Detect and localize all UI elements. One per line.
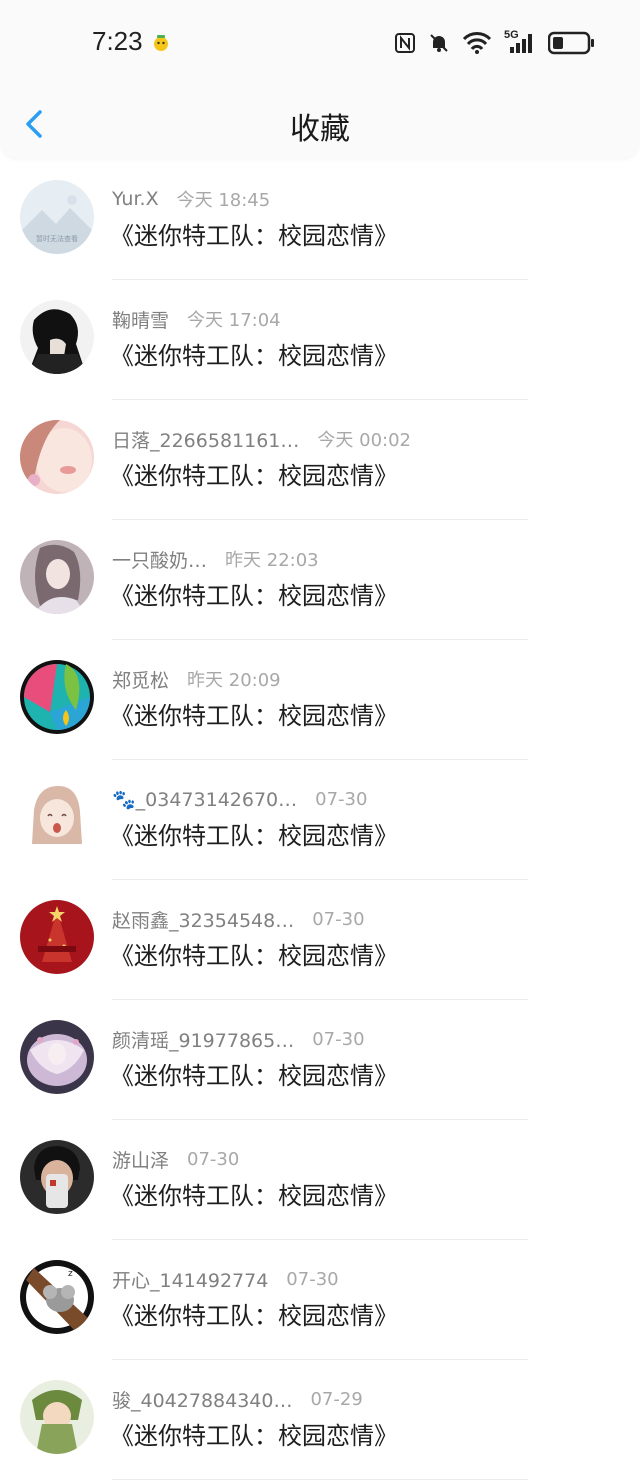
list-item[interactable]: 暂时无法查看 Yur.X 今天 18:45 《迷你特工队：校园恋情》 [0,160,640,280]
item-time: 今天 00:02 [317,430,411,451]
battery-icon [548,31,594,55]
nfc-icon [395,33,415,53]
item-time: 07-30 [312,1028,365,1050]
avatar[interactable]: 暂时无法查看 [20,180,94,254]
item-time: 07-29 [310,1388,363,1410]
page-title: 收藏 [290,112,350,147]
signal-icon [510,34,532,53]
status-bar: 7:23 5G [0,0,640,88]
work-title: 《迷你特工队：校园恋情》 [110,222,398,250]
user-name: Yur.X [112,188,159,210]
work-title: 《迷你特工队：校园恋情》 [110,1302,398,1330]
status-time: 7:23 [92,26,143,56]
item-time: 07-30 [312,908,365,930]
list-item[interactable]: 日落_2266581161… 今天 00:02 《迷你特工队：校园恋情》 [0,400,640,520]
wifi-icon [462,32,492,54]
avatar[interactable] [20,660,94,734]
work-title: 《迷你特工队：校园恋情》 [110,582,398,610]
list-item[interactable]: 赵雨鑫_32354548… 07-30 《迷你特工队：校园恋情》 [0,880,640,1000]
list-item[interactable]: 骏_40427884340… 07-29 《迷你特工队：校园恋情》 [0,1360,640,1480]
svg-text:z: z [68,1269,73,1279]
avatar[interactable] [20,780,94,854]
work-title: 《迷你特工队：校园恋情》 [110,822,398,850]
avatar[interactable] [20,300,94,374]
avatar-caption: 暂时无法查看 [36,234,78,243]
list-item[interactable]: 郑觅松 昨天 20:09 《迷你特工队：校园恋情》 [0,640,640,760]
avatar[interactable]: z [20,1260,94,1334]
user-name: 赵雨鑫_32354548… [112,909,295,932]
app-notification-icon [154,35,168,51]
list-item[interactable]: z 开心_141492774 07-30 《迷你特工队：校园恋情》 [0,1240,640,1360]
work-title: 《迷你特工队：校园恋情》 [110,462,398,490]
work-title: 《迷你特工队：校园恋情》 [110,1062,398,1090]
item-time: 今天 18:45 [176,190,271,211]
work-title: 《迷你特工队：校园恋情》 [110,1422,398,1450]
list-item[interactable]: 游山泽 07-30 《迷你特工队：校园恋情》 [0,1120,640,1240]
item-time: 07-30 [187,1148,240,1170]
user-name: 游山泽 [112,1149,170,1172]
list-item[interactable]: 🐾_03473142670… 07-30 《迷你特工队：校园恋情》 [0,760,640,880]
work-title: 《迷你特工队：校园恋情》 [110,942,398,970]
item-time: 今天 17:04 [187,310,281,331]
item-time: 昨天 20:09 [187,670,281,691]
user-name: 开心_141492774 [112,1269,269,1292]
user-name: 骏_40427884340… [112,1389,293,1412]
user-name: 日落_2266581161… [112,429,300,452]
favorites-list: 暂时无法查看 Yur.X 今天 18:45 《迷你特工队：校园恋情》 鞠晴雪 今… [0,160,640,1480]
avatar[interactable] [20,1140,94,1214]
avatar[interactable] [20,1020,94,1094]
item-time: 07-30 [315,788,368,810]
signal-5g: 5G [504,29,536,55]
avatar[interactable] [20,900,94,974]
item-time: 昨天 22:03 [225,550,319,571]
work-title: 《迷你特工队：校园恋情》 [110,1182,398,1210]
item-time: 07-30 [286,1268,339,1290]
work-title: 《迷你特工队：校园恋情》 [110,342,398,370]
avatar[interactable] [20,1380,94,1454]
user-name: 郑觅松 [112,669,170,692]
avatar[interactable] [20,540,94,614]
avatar[interactable] [20,420,94,494]
list-item[interactable]: 一只酸奶… 昨天 22:03 《迷你特工队：校园恋情》 [0,520,640,640]
user-name: 鞠晴雪 [112,309,170,332]
work-title: 《迷你特工队：校园恋情》 [110,702,398,730]
list-item[interactable]: 鞠晴雪 今天 17:04 《迷你特工队：校园恋情》 [0,280,640,400]
user-name: 🐾_03473142670… [112,788,298,811]
mute-bell-icon [430,34,448,52]
user-name: 一只酸奶… [112,549,208,572]
header: 收藏 [0,88,640,158]
user-name: 颜清瑶_91977865… [112,1029,295,1052]
list-item[interactable]: 颜清瑶_91977865… 07-30 《迷你特工队：校园恋情》 [0,1000,640,1120]
